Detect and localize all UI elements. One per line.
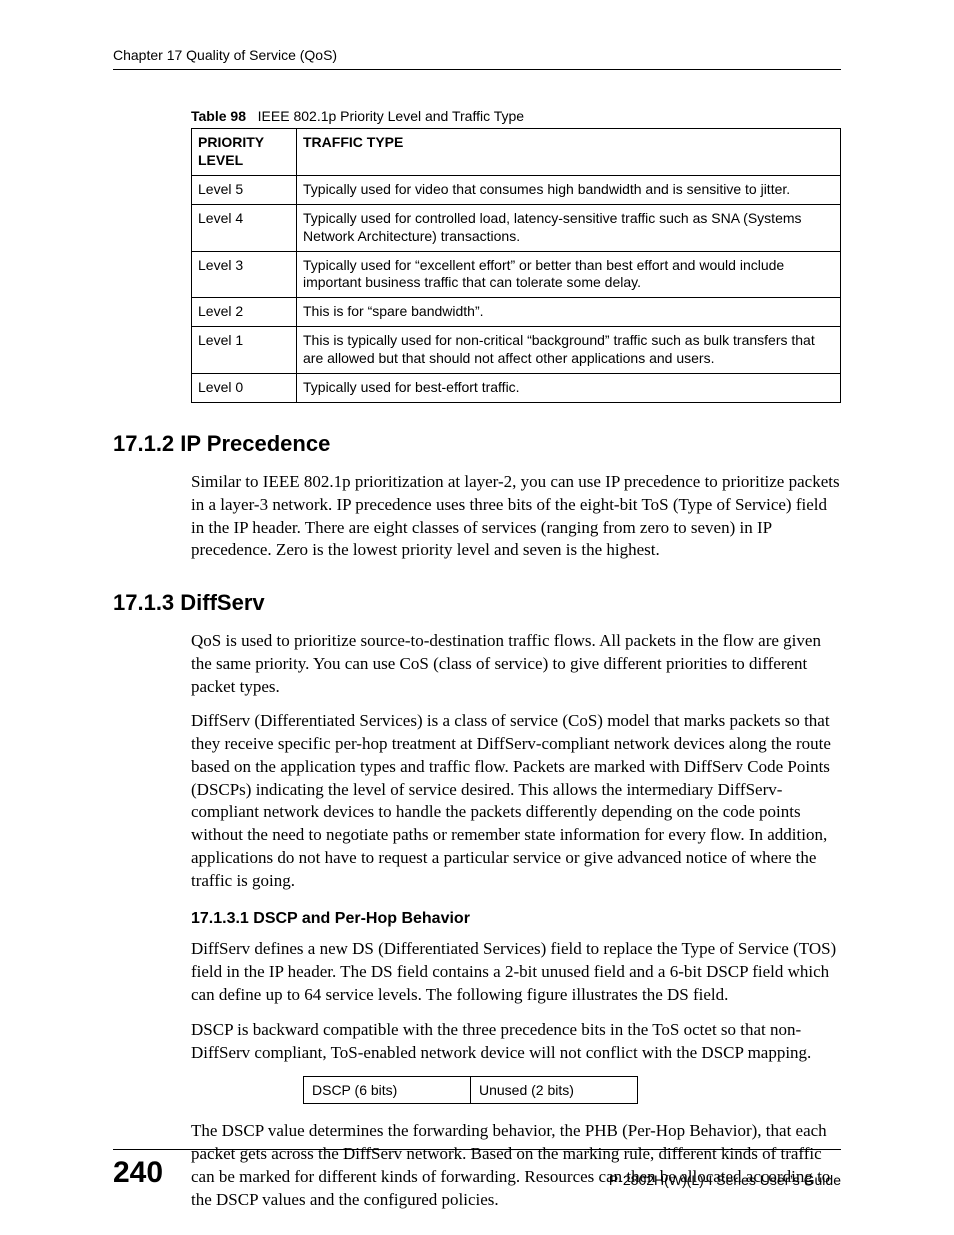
paragraph: DSCP is backward compatible with the thr… (191, 1019, 841, 1065)
page-number: 240 (113, 1158, 163, 1188)
heading-diffserv: 17.1.3 DiffServ (113, 590, 841, 616)
table-row: Level 3 Typically used for “excellent ef… (192, 251, 841, 298)
table-caption-text: IEEE 802.1p Priority Level and Traffic T… (258, 108, 524, 124)
table-row: Level 0 Typically used for best-effort t… (192, 374, 841, 403)
paragraph: DiffServ defines a new DS (Differentiate… (191, 938, 841, 1006)
cell-desc: Typically used for best-effort traffic. (297, 374, 841, 403)
paragraph: QoS is used to prioritize source-to-dest… (191, 630, 841, 698)
cell-level: Level 5 (192, 175, 297, 204)
cell-desc: Typically used for video that consumes h… (297, 175, 841, 204)
table-row: Level 1 This is typically used for non-c… (192, 327, 841, 374)
running-header: Chapter 17 Quality of Service (QoS) (113, 47, 841, 70)
cell-desc: This is typically used for non-critical … (297, 327, 841, 374)
th-traffic-type: TRAFFIC TYPE (297, 129, 841, 176)
cell-level: Level 3 (192, 251, 297, 298)
heading-ip-precedence: 17.1.2 IP Precedence (113, 431, 841, 457)
cell-level: Level 4 (192, 204, 297, 251)
table-row: Level 5 Typically used for video that co… (192, 175, 841, 204)
table-row: Level 2 This is for “spare bandwidth”. (192, 298, 841, 327)
table-caption-label: Table 98 (191, 108, 246, 124)
cell-desc: Typically used for “excellent effort” or… (297, 251, 841, 298)
ds-field-figure: DSCP (6 bits) Unused (2 bits) (303, 1076, 638, 1104)
ds-cell-unused: Unused (2 bits) (471, 1077, 638, 1104)
cell-level: Level 1 (192, 327, 297, 374)
table-row: Level 4 Typically used for controlled lo… (192, 204, 841, 251)
guide-title: P-2802H(W)(L)-I Series User’s Guide (609, 1172, 841, 1188)
heading-dscp-phb: 17.1.3.1 DSCP and Per-Hop Behavior (191, 910, 841, 928)
ds-cell-dscp: DSCP (6 bits) (304, 1077, 471, 1104)
th-priority-level: PRIORITY LEVEL (192, 129, 297, 176)
priority-table: PRIORITY LEVEL TRAFFIC TYPE Level 5 Typi… (191, 128, 841, 403)
cell-level: Level 0 (192, 374, 297, 403)
cell-level: Level 2 (192, 298, 297, 327)
cell-desc: This is for “spare bandwidth”. (297, 298, 841, 327)
cell-desc: Typically used for controlled load, late… (297, 204, 841, 251)
paragraph: Similar to IEEE 802.1p prioritization at… (191, 471, 841, 562)
table-caption: Table 98 IEEE 802.1p Priority Level and … (191, 108, 841, 124)
paragraph: DiffServ (Differentiated Services) is a … (191, 710, 841, 892)
table-header-row: PRIORITY LEVEL TRAFFIC TYPE (192, 129, 841, 176)
